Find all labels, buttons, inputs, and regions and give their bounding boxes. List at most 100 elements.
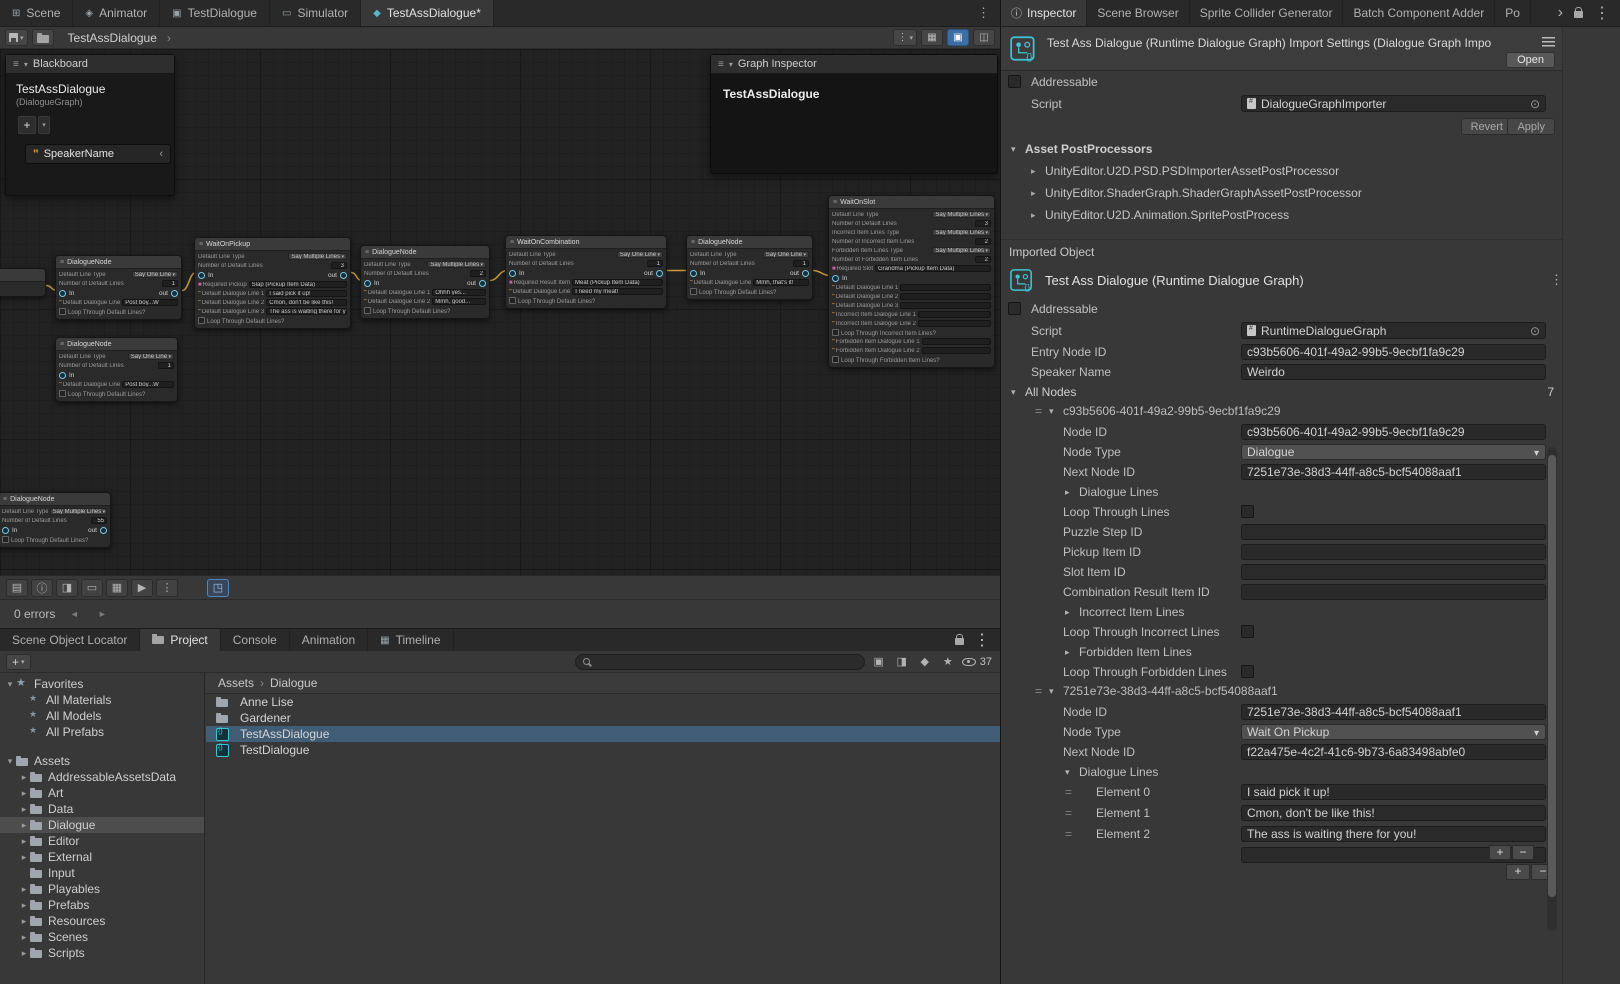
node-field-value[interactable]: Say Multiple Lines (427, 261, 486, 268)
project-toolbar-icon[interactable]: ▣ (870, 654, 888, 670)
graph-footer-button[interactable]: ▤ (6, 579, 28, 597)
tree-item[interactable]: ▸ Prefabs (0, 897, 204, 913)
foldout-arrow-icon[interactable]: ▸ (18, 884, 30, 895)
node-foldout-header[interactable]: = ▾ c93b5606-401f-49a2-99b5-9ecbf1fa9c29 (1001, 402, 1620, 422)
node-title-bar[interactable]: ≡ DialogueNode (0, 493, 110, 506)
expand-arrow-icon[interactable]: ‹ (159, 148, 163, 160)
collapse-arrow-icon[interactable]: ▾ (729, 60, 733, 69)
field-value[interactable] (1241, 584, 1546, 600)
foldout-arrow-icon[interactable]: ▾ (4, 679, 16, 690)
tree-item[interactable]: ▸ Art (0, 785, 204, 801)
output-port[interactable]: out (644, 270, 663, 277)
tree-item[interactable]: ▸ Data (0, 801, 204, 817)
tree-item[interactable]: All Prefabs (0, 724, 204, 740)
node-field-value[interactable]: Say Multiple Lines (932, 211, 991, 218)
field-value[interactable]: Dialogue (1241, 444, 1546, 460)
foldout-arrow-icon[interactable] (1065, 487, 1070, 498)
node-title-bar[interactable]: ≡ DialogueNode (361, 246, 489, 259)
graph-node[interactable]: ≡ WaitOnPickup Default Line Type Say Mul… (194, 237, 351, 329)
node-field-value[interactable]: I need my meat! (572, 288, 663, 295)
all-nodes-foldout[interactable]: ▾ All Nodes 7 (1001, 382, 1620, 402)
scrollbar-thumb[interactable] (1548, 455, 1556, 897)
inspector-tab[interactable]: Sprite Collider Generator (1190, 0, 1344, 26)
tree-item[interactable]: ▾ Assets (0, 753, 204, 769)
input-port[interactable]: In (364, 280, 379, 287)
array-size[interactable]: 7 (1547, 385, 1554, 399)
graph-footer-button[interactable]: ◨ (56, 579, 78, 597)
input-port[interactable]: In (59, 372, 74, 379)
project-toolbar-icon[interactable]: ◨ (893, 654, 911, 670)
tree-item[interactable]: All Models (0, 708, 204, 724)
field-value[interactable]: c93b5606-401f-49a2-99b5-9ecbf1fa9c29 (1241, 344, 1546, 360)
node-field-value[interactable]: The ass is waiting there for y (266, 308, 347, 315)
panel-tab[interactable]: Animation (290, 629, 368, 651)
node-field-value[interactable]: Say Multiple Lines (932, 229, 991, 236)
node-field-value[interactable]: Say Multiple Lines (50, 508, 107, 515)
checkbox[interactable] (1241, 625, 1254, 638)
editor-tab[interactable]: Animator (73, 0, 160, 26)
object-picker-icon[interactable]: ⊙ (1530, 324, 1540, 338)
panel-tab[interactable]: Project (140, 629, 220, 651)
script-object-field[interactable]: DialogueGraphImporter ⊙ (1241, 95, 1546, 112)
node-field-value[interactable]: Post boy...W (122, 381, 174, 388)
drag-handle-icon[interactable]: = (1035, 684, 1042, 698)
drag-handle-icon[interactable]: = (1065, 785, 1072, 799)
tree-item[interactable]: All Materials (0, 692, 204, 708)
graph-node[interactable]: ≡ DialogueNode Default Line Type Say Mul… (360, 245, 490, 319)
node-field-value[interactable]: Say One Line (617, 251, 663, 258)
field-value[interactable]: f22a475e-4c2f-41c6-9b73-6a83498abfe0 (1241, 744, 1546, 760)
inspector-tab[interactable]: Scene Browser (1087, 0, 1189, 26)
node-field-value[interactable] (900, 284, 991, 291)
node-field-value[interactable]: Mmh, good... (432, 298, 486, 305)
create-asset-button[interactable]: + ▾ (6, 654, 31, 670)
next-error-button[interactable]: ► (93, 606, 111, 622)
field-value[interactable] (1241, 524, 1546, 540)
output-port[interactable]: out (88, 527, 107, 534)
node-field-value[interactable]: 1 (158, 362, 174, 369)
field-value[interactable]: I said pick it up! (1241, 784, 1546, 800)
node-field-value[interactable] (922, 347, 991, 354)
foldout-arrow-icon[interactable]: ▸ (18, 900, 30, 911)
node-title-bar[interactable]: ≡ WaitOnPickup (195, 238, 350, 251)
output-port[interactable]: out (790, 270, 809, 277)
apply-button[interactable]: Apply (1507, 118, 1555, 135)
graph-view-toggle-button[interactable]: ◫ (973, 29, 995, 46)
inspector-tab[interactable]: Po (1495, 0, 1531, 26)
tree-item[interactable]: ▸ Playables (0, 881, 204, 897)
node-field-value[interactable]: Post boy...W (122, 299, 178, 306)
node-foldout-header[interactable]: = ▾ 7251e73e-38d3-44ff-a8c5-bcf54088aaf1 (1001, 682, 1620, 702)
field-value[interactable]: The ass is waiting there for you! (1241, 826, 1546, 842)
field-value[interactable]: 7251e73e-38d3-44ff-a8c5-bcf54088aaf1 (1241, 464, 1546, 480)
open-asset-button[interactable] (32, 29, 54, 46)
node-field-value[interactable] (918, 320, 991, 327)
tree-item[interactable]: ▸ External (0, 849, 204, 865)
node-field-value[interactable]: Say One Line (128, 353, 174, 360)
node-field-value[interactable]: Meat (Pickup Item Data) (572, 279, 663, 286)
postprocessor-item[interactable]: ▸ UnityEditor.ShaderGraph.ShaderGraphAss… (1001, 183, 1620, 205)
postprocessor-item[interactable]: ▸ UnityEditor.U2D.PSD.PSDImporterAssetPo… (1001, 161, 1620, 183)
graph-node[interactable]: ≡ WaitOnSlot Default Line Type Say Multi… (828, 195, 995, 368)
input-port[interactable]: In (2, 527, 17, 534)
project-folder-tree[interactable]: ▾ Favorites All Materials All Models (0, 673, 205, 984)
lock-icon[interactable] (955, 638, 964, 645)
panel-tab[interactable]: Scene Object Locator (0, 629, 140, 651)
tree-item[interactable]: ▸ Scripts (0, 945, 204, 961)
graph-node[interactable]: ≡ DialogueNode Default Line Type Say One… (686, 235, 813, 300)
postprocessor-item[interactable]: ▸ UnityEditor.U2D.Animation.SpritePostPr… (1001, 205, 1620, 227)
inspector-tab[interactable]: Inspector (1001, 0, 1087, 26)
graph-footer-button[interactable]: ▦ (106, 579, 128, 597)
asset-list-item[interactable]: Gardener (206, 710, 1000, 726)
asset-list-item[interactable]: TestDialogue (206, 742, 1000, 758)
checkbox[interactable] (1241, 665, 1254, 678)
blackboard-panel[interactable]: ≡ ▾ Blackboard TestAssDialogue (Dialogue… (5, 54, 175, 196)
foldout-arrow-icon[interactable]: ▸ (18, 788, 30, 799)
node-field-value[interactable]: 2 (470, 270, 486, 277)
graph-canvas[interactable]: ≡ StartNode out ≡ (0, 49, 1000, 575)
input-port[interactable]: In (690, 270, 705, 277)
node-field-value[interactable]: 3 (331, 262, 347, 269)
object-picker-icon[interactable]: ⊙ (1530, 97, 1540, 111)
node-field-value[interactable]: 1 (162, 280, 178, 287)
tree-item[interactable]: ▸ Dialogue (0, 817, 204, 833)
remove-element-button[interactable]: − (1512, 845, 1534, 860)
graph-node[interactable]: ≡ DialogueNode Default Line Type Say One… (55, 337, 178, 402)
